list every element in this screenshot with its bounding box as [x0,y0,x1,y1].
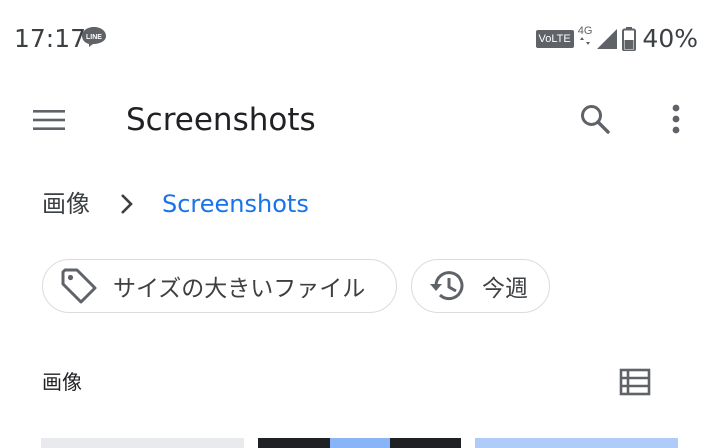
menu-button[interactable] [28,100,70,140]
svg-text:LINE: LINE [86,34,102,41]
more-options-button[interactable] [658,98,694,140]
signal-icon [597,29,618,49]
chip-this-week[interactable]: 今週 [411,259,550,313]
section-title: 画像 [42,370,82,394]
chip-this-week-label: 今週 [482,276,528,302]
search-button[interactable] [574,98,616,140]
battery-percent: 40% [642,24,698,53]
breadcrumb-current[interactable]: Screenshots [162,188,309,220]
chevron-right-icon [121,194,133,214]
more-vert-icon [672,104,680,134]
volte-indicator: VoLTE [535,30,574,48]
status-time: 17:17 [14,24,87,53]
data-activity-icon [580,36,591,45]
search-icon [581,105,610,134]
image-thumbnail[interactable] [41,438,244,448]
breadcrumb-root[interactable]: 画像 [42,188,90,220]
network-type: 4G [577,24,593,37]
list-view-icon [619,368,651,396]
history-icon [430,271,464,301]
battery-icon [622,27,637,51]
image-thumbnail[interactable] [258,438,461,448]
label-tag-icon [61,268,97,304]
hamburger-menu-icon [33,110,65,130]
chip-large-files[interactable]: サイズの大きいファイル [42,259,397,313]
status-icons: VoLTE 4G 40% [535,22,698,56]
line-app-icon: LINE [82,27,106,47]
image-thumbnail[interactable] [475,438,678,448]
page-title: Screenshots [126,102,316,138]
network-indicator: 4G [578,25,592,45]
list-view-button[interactable] [612,360,658,404]
chip-large-files-label: サイズの大きいファイル [113,276,366,302]
